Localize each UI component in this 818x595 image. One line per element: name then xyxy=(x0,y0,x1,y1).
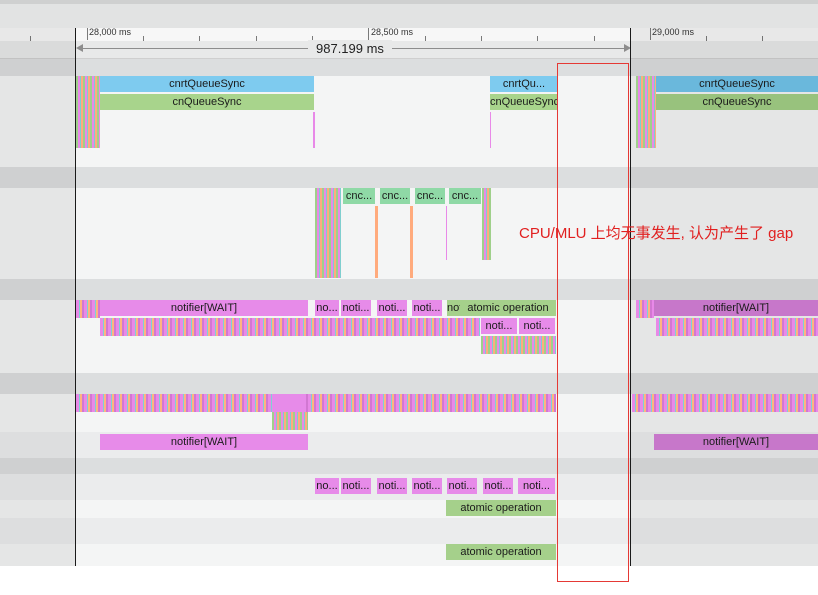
notifier-wait-slice[interactable]: notifier[WAIT] xyxy=(654,300,818,316)
cnc-slice[interactable]: cnc... xyxy=(343,188,375,204)
mlu-slice[interactable] xyxy=(272,394,306,412)
notifier-wait-slice[interactable]: notifier[WAIT] xyxy=(654,434,818,450)
tiny-slices[interactable] xyxy=(76,76,100,148)
thin-slice xyxy=(490,112,491,148)
notifier-wait-slice[interactable]: notifier[WAIT] xyxy=(100,300,308,316)
mlu-dense-slices[interactable] xyxy=(76,394,556,412)
timeline-header xyxy=(0,0,818,28)
notifier-slice[interactable]: noti... xyxy=(519,318,555,334)
notifier-wait-slice[interactable]: notifier[WAIT] xyxy=(100,434,308,450)
mlu-dense-slices[interactable] xyxy=(272,412,308,430)
notifier-slice[interactable]: noti... xyxy=(412,478,442,494)
selection-duration-label: 987.199 ms xyxy=(308,40,392,57)
notifier-slice[interactable]: noti... xyxy=(377,300,407,316)
notifier-slice[interactable]: noti... xyxy=(481,318,517,334)
ruler-tick xyxy=(87,28,88,40)
gap-highlight-box xyxy=(557,63,629,582)
atomic-operation-slice[interactable]: atomic operation xyxy=(460,300,556,316)
notifier-slice[interactable]: no... xyxy=(315,478,339,494)
notifier-slice[interactable]: no... xyxy=(315,300,339,316)
selection-end-line[interactable] xyxy=(630,28,631,566)
thin-slice xyxy=(410,206,413,278)
notifier-dense-slices[interactable] xyxy=(100,318,480,336)
cnrt-queue-sync-slice[interactable]: cnrtQueueSync xyxy=(656,76,818,92)
thin-slice xyxy=(375,206,378,278)
atomic-operation-slice[interactable]: atomic operation xyxy=(446,500,556,516)
notifier-slice[interactable]: noti... xyxy=(518,478,555,494)
notifier-slice[interactable]: noti... xyxy=(483,478,513,494)
cnc-slice[interactable]: cnc... xyxy=(380,188,410,204)
cnrt-queue-sync-slice[interactable]: cnrtQueueSync xyxy=(100,76,314,92)
notifier-dense-slices[interactable] xyxy=(76,300,100,318)
mlu-dense-slices[interactable] xyxy=(632,394,818,412)
notifier-slice[interactable]: noti... xyxy=(341,300,371,316)
thin-slice xyxy=(446,206,447,260)
atomic-operation-slice[interactable]: atomic operation xyxy=(446,544,556,560)
cnrt-queue-sync-slice[interactable]: cnrtQu... xyxy=(490,76,558,92)
notifier-dense-slices[interactable] xyxy=(636,300,654,318)
cn-queue-sync-slice[interactable]: cnQueueSync xyxy=(100,94,314,110)
ruler-tick-label: 28,000 ms xyxy=(89,27,132,37)
thin-slice xyxy=(313,112,315,148)
cnc-slice[interactable]: cnc... xyxy=(415,188,445,204)
cnc-dense-slices[interactable] xyxy=(315,188,341,278)
notifier-slice[interactable]: noti... xyxy=(447,478,477,494)
ruler-tick-label: 28,500 ms xyxy=(371,27,414,37)
notifier-dense-slices[interactable] xyxy=(481,336,556,354)
cn-queue-sync-slice[interactable]: cnQueueSync xyxy=(490,94,558,110)
ruler-tick xyxy=(368,28,369,40)
timeline-header-top-strip xyxy=(0,0,818,4)
notifier-slice[interactable]: noti... xyxy=(412,300,442,316)
unselected-region-left xyxy=(0,28,76,566)
notifier-slice[interactable]: noti... xyxy=(341,478,371,494)
gap-annotation-text: CPU/MLU 上均无事发生, 认为产生了 gap xyxy=(519,225,794,242)
cnc-slice[interactable]: cnc... xyxy=(449,188,481,204)
cn-queue-sync-slice[interactable]: cnQueueSync xyxy=(656,94,818,110)
notifier-slice[interactable]: noti... xyxy=(377,478,407,494)
notifier-dense-slices[interactable] xyxy=(656,318,818,336)
tiny-slices[interactable] xyxy=(636,76,656,148)
duration-arrow-left-icon xyxy=(76,44,83,52)
cnc-dense-slices[interactable] xyxy=(482,188,491,260)
